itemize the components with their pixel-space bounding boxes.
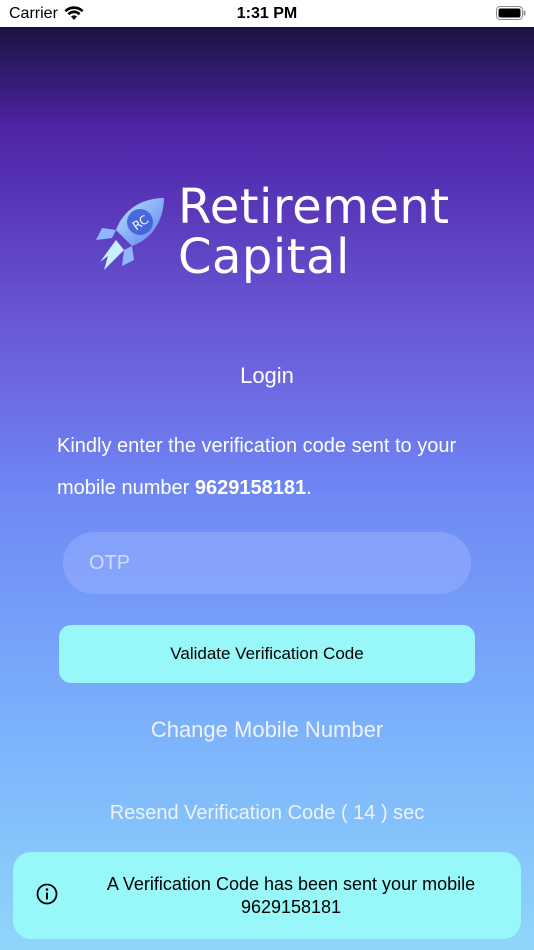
instruction-text: Kindly enter the verification code sent … [57, 425, 487, 509]
info-icon [36, 883, 58, 905]
otp-input[interactable] [63, 532, 471, 594]
brand-name-line1: Retirement [178, 179, 450, 235]
toast-message: A Verification Code has been sent your m… [106, 874, 476, 917]
verification-toast: A Verification Code has been sent your m… [13, 852, 521, 939]
status-bar: Carrier 1:31 PM [0, 0, 534, 27]
mobile-number: 9629158181 [194, 477, 307, 499]
resend-code-countdown[interactable]: Resend Verification Code ( 14 ) sec [0, 802, 534, 825]
clock: 1:31 PM [236, 5, 298, 22]
page-title: Login [240, 363, 294, 388]
battery-icon [496, 6, 526, 20]
login-screen: RC Retirement Capital Login Kindly enter… [0, 27, 534, 950]
instruction-suffix: . [306, 477, 312, 499]
brand-name-line2: Capital [178, 229, 350, 285]
validate-code-button[interactable]: Validate Verification Code [59, 625, 475, 683]
brand-logo: RC Retirement Capital [94, 182, 449, 302]
change-mobile-number-link[interactable]: Change Mobile Number [0, 717, 534, 743]
rocket-logo-icon: RC [96, 198, 164, 270]
